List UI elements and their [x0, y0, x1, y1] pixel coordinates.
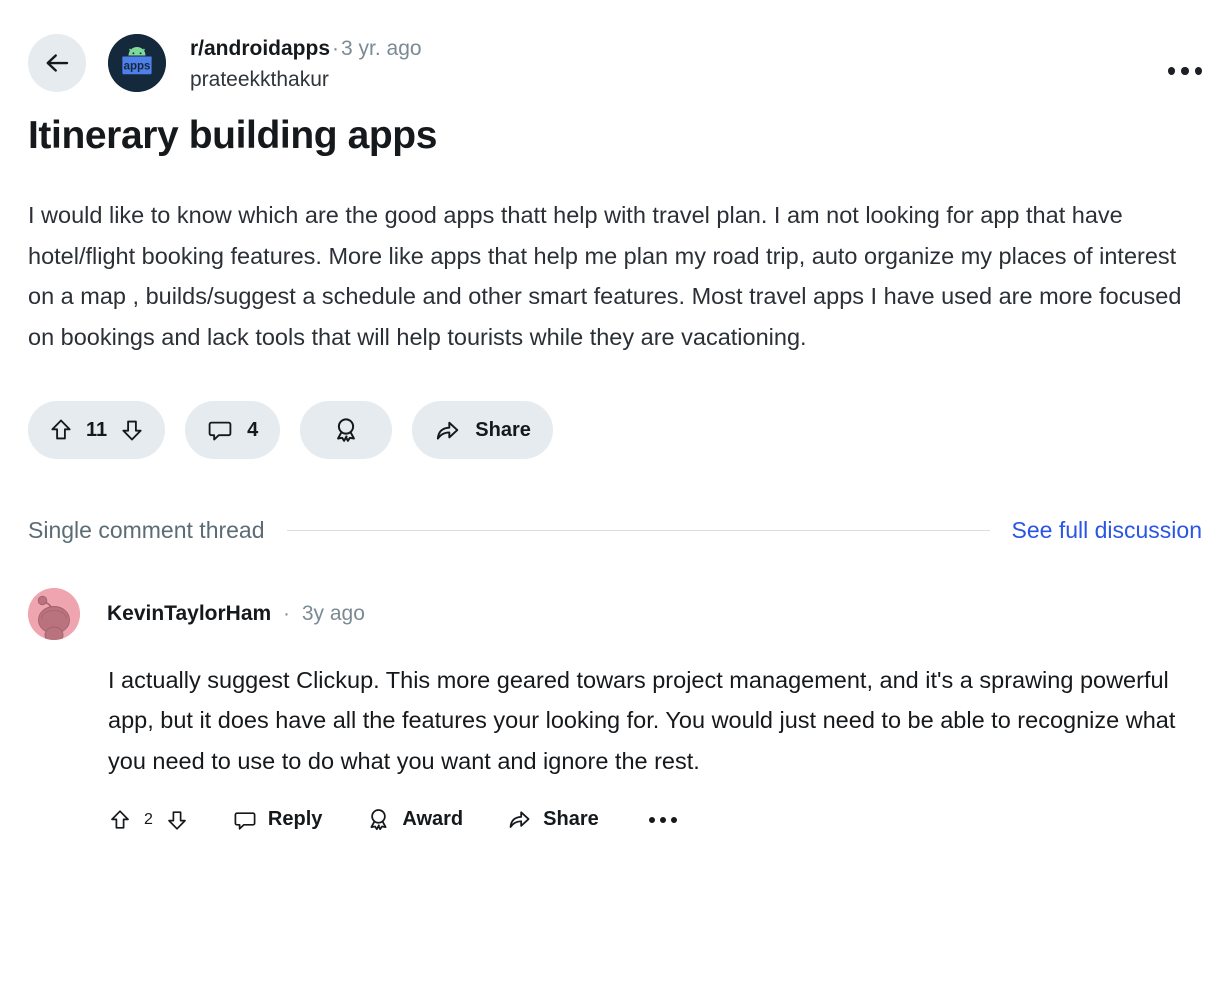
post-page: apps r/androidapps·3 yr. ago prateekktha…: [0, 0, 1230, 1006]
androidapps-avatar-icon: apps: [108, 34, 166, 92]
comment-downvote-button[interactable]: [165, 808, 189, 832]
comment-overflow-button[interactable]: [643, 816, 683, 823]
comment-award-button[interactable]: Award: [366, 807, 463, 832]
divider: [286, 530, 990, 532]
more-horizontal-icon: [648, 816, 655, 823]
comment-body-text: I actually suggest Clickup. This more ge…: [108, 667, 1176, 774]
thread-label: Single comment thread: [28, 517, 265, 544]
arrow-left-icon: [42, 48, 72, 78]
subreddit-link[interactable]: r/androidapps: [190, 37, 330, 60]
comment-count: 4: [247, 418, 259, 441]
comment-header: KevinTaylorHam · 3y ago: [28, 588, 1202, 641]
comment-username[interactable]: KevinTaylorHam: [107, 602, 271, 626]
post-score: 11: [86, 418, 108, 441]
comment-age: 3y ago: [301, 602, 365, 626]
upvote-button[interactable]: [48, 417, 74, 443]
subreddit-avatar[interactable]: apps: [108, 34, 166, 92]
upvote-arrow-icon: [108, 808, 132, 832]
share-arrow-icon: [507, 807, 532, 832]
share-button[interactable]: Share: [412, 401, 553, 460]
downvote-arrow-icon: [119, 417, 145, 443]
comment-score: 2: [144, 810, 153, 828]
post-body-text: I would like to know which are the good …: [28, 202, 1182, 350]
see-full-discussion-link[interactable]: See full discussion: [1012, 517, 1203, 544]
comment-vote-group: 2: [108, 808, 189, 832]
downvote-arrow-icon: [165, 808, 189, 832]
post-meta-line: r/androidapps·3 yr. ago: [190, 36, 422, 63]
post-header: apps r/androidapps·3 yr. ago prateekktha…: [0, 0, 1230, 94]
award-ribbon-icon: [366, 807, 391, 832]
award-button[interactable]: [300, 401, 393, 460]
comment-share-button[interactable]: Share: [507, 807, 599, 832]
award-ribbon-icon: [332, 416, 360, 444]
comment-reply-label: Reply: [267, 808, 323, 831]
more-horizontal-icon: [659, 816, 666, 823]
avatar[interactable]: [28, 588, 80, 641]
post-age: 3 yr. ago: [341, 37, 422, 60]
comment-share-label: Share: [543, 808, 599, 831]
comment-separator: ·: [283, 602, 290, 625]
post-meta: r/androidapps·3 yr. ago prateekkthakur: [190, 32, 422, 94]
back-button[interactable]: [28, 34, 86, 92]
thread-bar: Single comment thread See full discussio…: [28, 517, 1202, 544]
snoo-avatar-icon: [28, 588, 80, 641]
comment-action-bar: 2 Reply Award Share: [108, 807, 1202, 832]
comments-button[interactable]: 4: [185, 401, 281, 460]
svg-text:apps: apps: [124, 61, 151, 73]
more-horizontal-icon: [670, 816, 677, 823]
share-arrow-icon: [434, 417, 461, 444]
post-overflow-button[interactable]: [1162, 56, 1208, 86]
comment: KevinTaylorHam · 3y ago I actually sugge…: [28, 588, 1202, 832]
comment-upvote-button[interactable]: [108, 808, 132, 832]
post-author[interactable]: prateekkthakur: [190, 67, 422, 94]
comment-reply-button[interactable]: Reply: [233, 808, 322, 832]
upvote-arrow-icon: [48, 417, 74, 443]
comment-award-label: Award: [402, 808, 464, 831]
comment-bubble-icon: [233, 808, 257, 832]
more-horizontal-icon: [1168, 67, 1176, 75]
vote-pill: 11: [28, 401, 166, 460]
page-title: Itinerary building apps: [28, 113, 438, 157]
meta-separator: ·: [332, 37, 340, 60]
comment-bubble-icon: [207, 417, 233, 443]
post-action-bar: 11 4 Share: [28, 401, 1230, 460]
more-horizontal-icon: [1194, 67, 1202, 75]
share-label: Share: [475, 418, 531, 441]
downvote-button[interactable]: [119, 417, 145, 443]
more-horizontal-icon: [1181, 67, 1189, 75]
